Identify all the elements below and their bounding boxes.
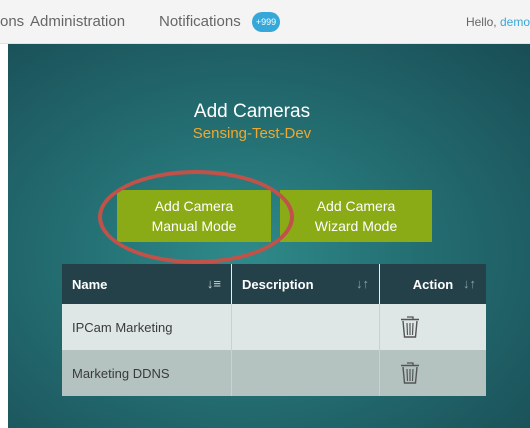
- sort-ascending-icon[interactable]: ↓≡: [207, 276, 221, 291]
- nav-item-partial[interactable]: ons: [0, 13, 24, 30]
- wizard-button-line2: Wizard Mode: [314, 218, 398, 234]
- top-navigation-bar: ons Administration Notifications +999 He…: [0, 0, 530, 44]
- sort-icon[interactable]: ↓↑: [356, 276, 369, 291]
- nav-item-administration[interactable]: Administration: [30, 13, 125, 30]
- greeting-prefix: Hello,: [465, 15, 500, 29]
- column-header-description[interactable]: Description ↓↑: [232, 264, 380, 304]
- table-header-row: Name ↓≡ Description ↓↑ Action ↓↑: [62, 264, 486, 304]
- camera-description-cell: [232, 304, 380, 350]
- add-camera-manual-mode-button[interactable]: Add Camera Manual Mode: [117, 190, 271, 242]
- camera-name-cell: IPCam Marketing: [62, 304, 232, 350]
- camera-action-cell: [380, 304, 486, 350]
- main-content-panel: Add Cameras Sensing-Test-Dev Add Camera …: [8, 44, 530, 428]
- add-camera-wizard-mode-button[interactable]: Add Camera Wizard Mode: [280, 190, 432, 242]
- column-header-name-label: Name: [72, 276, 108, 292]
- manual-button-line1: Add Camera: [154, 198, 234, 214]
- table-row: IPCam Marketing: [62, 304, 486, 350]
- notifications-count-badge[interactable]: +999: [252, 12, 280, 32]
- camera-description-cell: [232, 350, 380, 396]
- cameras-table: Name ↓≡ Description ↓↑ Action ↓↑ IPCam M…: [62, 264, 486, 396]
- table-row: Marketing DDNS: [62, 350, 486, 396]
- manual-button-line2: Manual Mode: [151, 218, 237, 234]
- trash-icon[interactable]: [400, 315, 420, 339]
- column-header-action[interactable]: Action ↓↑: [380, 264, 486, 304]
- nav-item-notifications[interactable]: Notifications: [159, 13, 241, 30]
- trash-icon[interactable]: [400, 361, 420, 385]
- camera-name-cell: Marketing DDNS: [62, 350, 232, 396]
- user-greeting: Hello, demo: [466, 15, 530, 29]
- page-subtitle: Sensing-Test-Dev: [192, 125, 312, 142]
- sort-icon[interactable]: ↓↑: [463, 276, 476, 291]
- column-header-name[interactable]: Name ↓≡: [62, 264, 232, 304]
- page-title: Add Cameras: [193, 101, 311, 122]
- camera-action-cell: [380, 350, 486, 396]
- wizard-button-line1: Add Camera: [316, 198, 396, 214]
- column-header-description-label: Description: [242, 276, 314, 292]
- column-header-action-label: Action: [412, 276, 454, 292]
- user-link[interactable]: demo: [500, 15, 530, 29]
